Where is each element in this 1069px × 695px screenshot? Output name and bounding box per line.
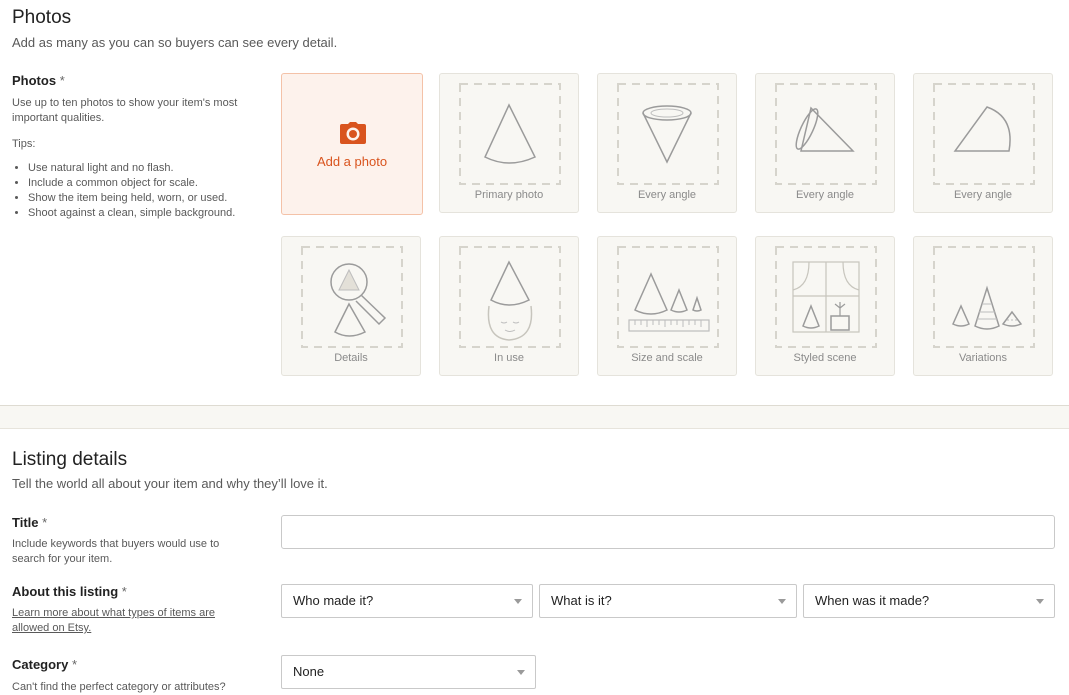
tips-label: Tips: [12,138,36,150]
required-mark: * [59,73,65,88]
select-value: None [293,664,325,679]
slot-caption: Details [334,352,368,364]
ruler-icon [617,246,719,348]
cone-icon [459,83,561,185]
what-is-it-select[interactable]: What is it? [539,584,797,618]
cone-variations-icon [933,246,1035,348]
magnifier-icon [301,246,403,348]
tip-item: Include a common object for scale. [28,176,278,191]
photos-help-text: Use up to ten photos to show your item's… [12,97,238,124]
when-was-it-made-select[interactable]: When was it made? [803,584,1055,618]
slot-caption: Every angle [795,189,855,201]
chevron-down-icon [778,599,786,604]
slot-caption: Variations [958,352,1008,364]
who-made-it-select[interactable]: Who made it? [281,584,533,618]
tip-item: Show the item being held, worn, or used. [28,191,278,206]
section-divider [0,405,1069,429]
select-value: When was it made? [815,593,930,608]
window-scene-icon [775,246,877,348]
slot-caption: In use [494,352,524,364]
category-select[interactable]: None [281,655,536,689]
category-field-label: Category * [12,657,77,672]
select-value: What is it? [551,593,612,608]
slot-caption: Primary photo [474,189,544,201]
photos-label-text: Photos [12,73,57,88]
chevron-down-icon [1036,599,1044,604]
photos-section-subtitle: Add as many as you can so buyers can see… [12,35,338,50]
photo-slot-details[interactable]: Details [281,236,421,376]
about-field-label: About this listing * [12,584,127,599]
cone-top-icon [617,83,719,185]
about-label-text: About this listing [12,584,119,599]
select-value: Who made it? [293,593,374,608]
listing-section-title: Listing details [12,449,128,470]
slot-caption: Size and scale [631,352,703,364]
photo-slot-in-use[interactable]: In use [439,236,579,376]
tip-item: Use natural light and no flash. [28,161,278,176]
photo-slot-variations[interactable]: Variations [913,236,1053,376]
listing-section-subtitle: Tell the world all about your item and w… [12,476,328,491]
cone-back-icon [933,83,1035,185]
learn-more-link[interactable]: Learn more about what types of items are… [12,606,242,636]
required-mark: * [71,657,78,672]
required-mark: * [121,584,127,599]
photo-slot-primary[interactable]: Primary photo [439,73,579,213]
title-help-text: Include keywords that buyers would use t… [12,538,220,565]
title-label-text: Title [12,515,39,530]
tip-item: Shoot against a clean, simple background… [28,206,278,221]
add-photo-label: Add a photo [316,154,388,169]
category-help-text: Can't find the perfect category or attri… [12,681,226,693]
required-mark: * [42,515,48,530]
photo-slot-angle-1[interactable]: Every angle [597,73,737,213]
slot-caption: Every angle [953,189,1013,201]
cone-hat-icon [459,246,561,348]
cone-side-icon [775,83,877,185]
camera-icon [340,122,366,144]
title-field-label: Title * [12,515,47,530]
chevron-down-icon [514,599,522,604]
tips-list: Use natural light and no flash. Include … [12,161,278,221]
photos-field-label: Photos * [12,73,65,88]
title-input[interactable] [281,515,1055,549]
add-photo-button[interactable]: Add a photo [281,73,423,215]
photo-slot-size-scale[interactable]: Size and scale [597,236,737,376]
slot-caption: Every angle [637,189,697,201]
slot-caption: Styled scene [793,352,857,364]
category-label-text: Category [12,657,69,672]
photo-slot-styled-scene[interactable]: Styled scene [755,236,895,376]
chevron-down-icon [517,670,525,675]
photo-slot-angle-3[interactable]: Every angle [913,73,1053,213]
photos-section-title: Photos [12,7,72,28]
photo-slot-angle-2[interactable]: Every angle [755,73,895,213]
